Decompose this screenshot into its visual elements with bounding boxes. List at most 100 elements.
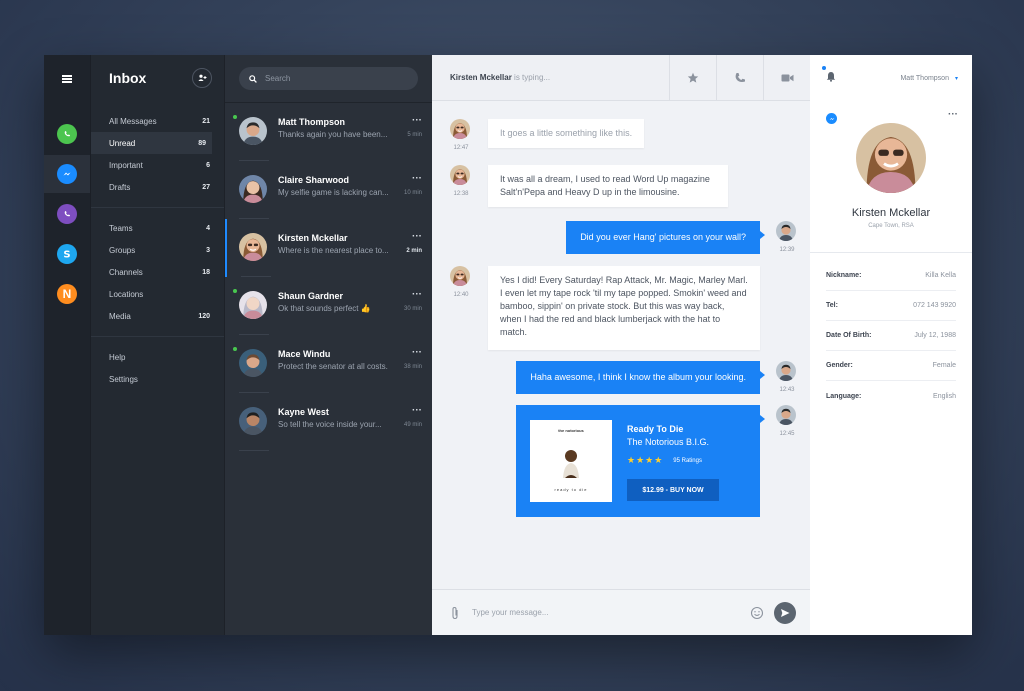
avatar <box>239 349 267 377</box>
conversation-preview: Where is the nearest place to... <box>278 246 389 255</box>
message-thread: 12:47 It goes a little something like th… <box>432 101 810 589</box>
conversation-time: 5 min <box>407 132 422 138</box>
conversation-item[interactable]: Mace Windu Protect the senator at all co… <box>225 335 432 393</box>
avatar <box>239 175 267 203</box>
message-incoming: 12:47 It goes a little something like th… <box>450 119 645 151</box>
rail-app-skype[interactable]: S <box>44 235 90 273</box>
contact-avatar <box>856 123 926 193</box>
folder-label: Locations <box>109 289 144 299</box>
folder-item-important[interactable]: Important 6 <box>91 154 224 176</box>
detail-label: Gender: <box>826 362 853 369</box>
detail-row: Date Of Birth: July 12, 1988 <box>826 321 956 351</box>
conversation-item[interactable]: Kirsten Mckellar Where is the nearest pl… <box>225 219 432 277</box>
conversation-name: Kayne West <box>278 407 329 417</box>
message-time: 12:39 <box>779 247 795 253</box>
call-button[interactable] <box>716 55 763 101</box>
avatar <box>239 407 267 435</box>
buy-now-button[interactable]: $12.99 - BUY NOW <box>627 479 719 501</box>
add-contact-button[interactable] <box>192 68 212 88</box>
folder-item-groups[interactable]: Groups 3 <box>91 239 224 261</box>
message-outgoing: Haha awesome, I think I know the album y… <box>516 361 798 394</box>
favorite-button[interactable] <box>669 55 716 101</box>
folder-count: 21 <box>202 117 210 125</box>
chat-header: Kirsten Mckellar is typing... <box>432 55 810 101</box>
album-card: the notorious ready to die Ready To Die … <box>516 405 765 517</box>
folder-item-teams[interactable]: Teams 4 <box>91 217 224 239</box>
folder-item-all-messages[interactable]: All Messages 21 <box>91 110 224 132</box>
message-input[interactable] <box>472 608 750 617</box>
conversation-item[interactable]: Claire Sharwood My selfie game is lackin… <box>225 161 432 219</box>
menu-button[interactable] <box>44 69 90 89</box>
conversation-item[interactable]: Kayne West So tell the voice inside your… <box>225 393 432 451</box>
more-options-icon[interactable]: ··· <box>398 406 422 416</box>
folder-item-help[interactable]: Help <box>91 346 224 368</box>
detail-row: Tel: 072 143 9920 <box>826 291 956 321</box>
album-cover: the notorious ready to die <box>530 420 612 502</box>
current-user-menu[interactable]: Matt Thompson ▾ <box>900 75 958 82</box>
folder-count: 18 <box>202 268 210 276</box>
contact-card: ··· Kirsten Mckellar Cape Town, RSA <box>810 101 972 253</box>
conversation-preview: My selfie game is lacking can... <box>278 188 389 197</box>
send-icon <box>781 608 790 617</box>
search-input[interactable] <box>265 74 405 83</box>
matt-avatar <box>776 221 796 241</box>
message-incoming: 12:38 It was all a dream, I used to read… <box>450 165 728 207</box>
conversation-item[interactable]: Shaun Gardner Ok that sounds perfect 👍 ·… <box>225 277 432 335</box>
kirsten-avatar <box>450 266 470 286</box>
more-options-icon[interactable]: ··· <box>398 116 422 126</box>
conversation-time: 10 min <box>403 190 422 196</box>
video-camera-icon <box>781 74 793 81</box>
detail-value: July 12, 1988 <box>914 332 956 339</box>
message-bubble: Yes I did! Every Saturday! Rap Attack, M… <box>488 266 760 350</box>
messenger-icon <box>57 164 77 184</box>
notifications-button[interactable] <box>822 66 836 87</box>
contact-location: Cape Town, RSA <box>868 223 914 229</box>
more-options-icon[interactable]: ··· <box>398 290 422 300</box>
rail-app-viber[interactable] <box>44 195 90 233</box>
video-call-button[interactable] <box>763 55 810 101</box>
rail-app-other[interactable]: N <box>44 275 90 313</box>
folder-label: Help <box>109 352 126 362</box>
detail-value: 072 143 9920 <box>913 302 956 309</box>
conversation-list: Matt Thompson Thanks again you have been… <box>225 102 432 451</box>
message-outgoing-album: the notorious ready to die Ready To Die … <box>516 405 798 517</box>
matt-avatar <box>776 405 796 425</box>
search-icon <box>249 74 257 83</box>
rail-app-messenger[interactable] <box>44 155 90 193</box>
folder-label: Media <box>109 311 131 321</box>
search-box[interactable] <box>239 67 418 90</box>
rail-app-whatsapp[interactable] <box>44 115 90 153</box>
messenger-badge-icon <box>826 113 837 124</box>
folder-item-drafts[interactable]: Drafts 27 <box>91 176 224 198</box>
folder-label: Teams <box>109 223 133 233</box>
more-options-icon[interactable]: ··· <box>398 174 422 184</box>
notification-dot <box>822 66 826 70</box>
conversation-item[interactable]: Matt Thompson Thanks again you have been… <box>225 103 432 161</box>
thumbs-up-icon: 👍 <box>360 304 371 313</box>
folder-item-channels[interactable]: Channels 18 <box>91 261 224 283</box>
message-bubble: It was all a dream, I used to read Word … <box>488 165 728 207</box>
folder-item-settings[interactable]: Settings <box>91 368 224 390</box>
detail-value: Female <box>932 362 956 369</box>
more-options-icon[interactable]: ··· <box>398 232 422 242</box>
folder-label: Groups <box>109 245 136 255</box>
conversation-name: Shaun Gardner <box>278 291 344 301</box>
typing-name: Kirsten Mckellar <box>450 73 512 82</box>
emoji-icon[interactable] <box>750 606 764 620</box>
hamburger-icon <box>62 75 72 83</box>
message-bubble: Did you ever Hang' pictures on your wall… <box>566 221 765 254</box>
folder-item-locations[interactable]: Locations <box>91 283 224 305</box>
attachment-icon[interactable] <box>450 606 460 620</box>
message-bubble: It goes a little something like this. <box>488 119 645 148</box>
app-rail: S N <box>44 55 90 635</box>
more-options-icon[interactable]: ··· <box>948 109 958 120</box>
send-button[interactable] <box>774 601 796 624</box>
messaging-app: S N Inbox All Messages 21 Unread 89 Importan… <box>44 55 972 635</box>
conversation-preview: Protect the senator at all costs. <box>278 362 388 371</box>
more-options-icon[interactable]: ··· <box>398 348 422 358</box>
folder-item-unread[interactable]: Unread 89 <box>91 132 212 154</box>
ratings-count: 95 Ratings <box>673 457 702 464</box>
folder-item-media[interactable]: Media 120 <box>91 305 224 327</box>
folder-count: 120 <box>198 312 210 320</box>
rating-stars: ★★★★ <box>627 455 664 465</box>
